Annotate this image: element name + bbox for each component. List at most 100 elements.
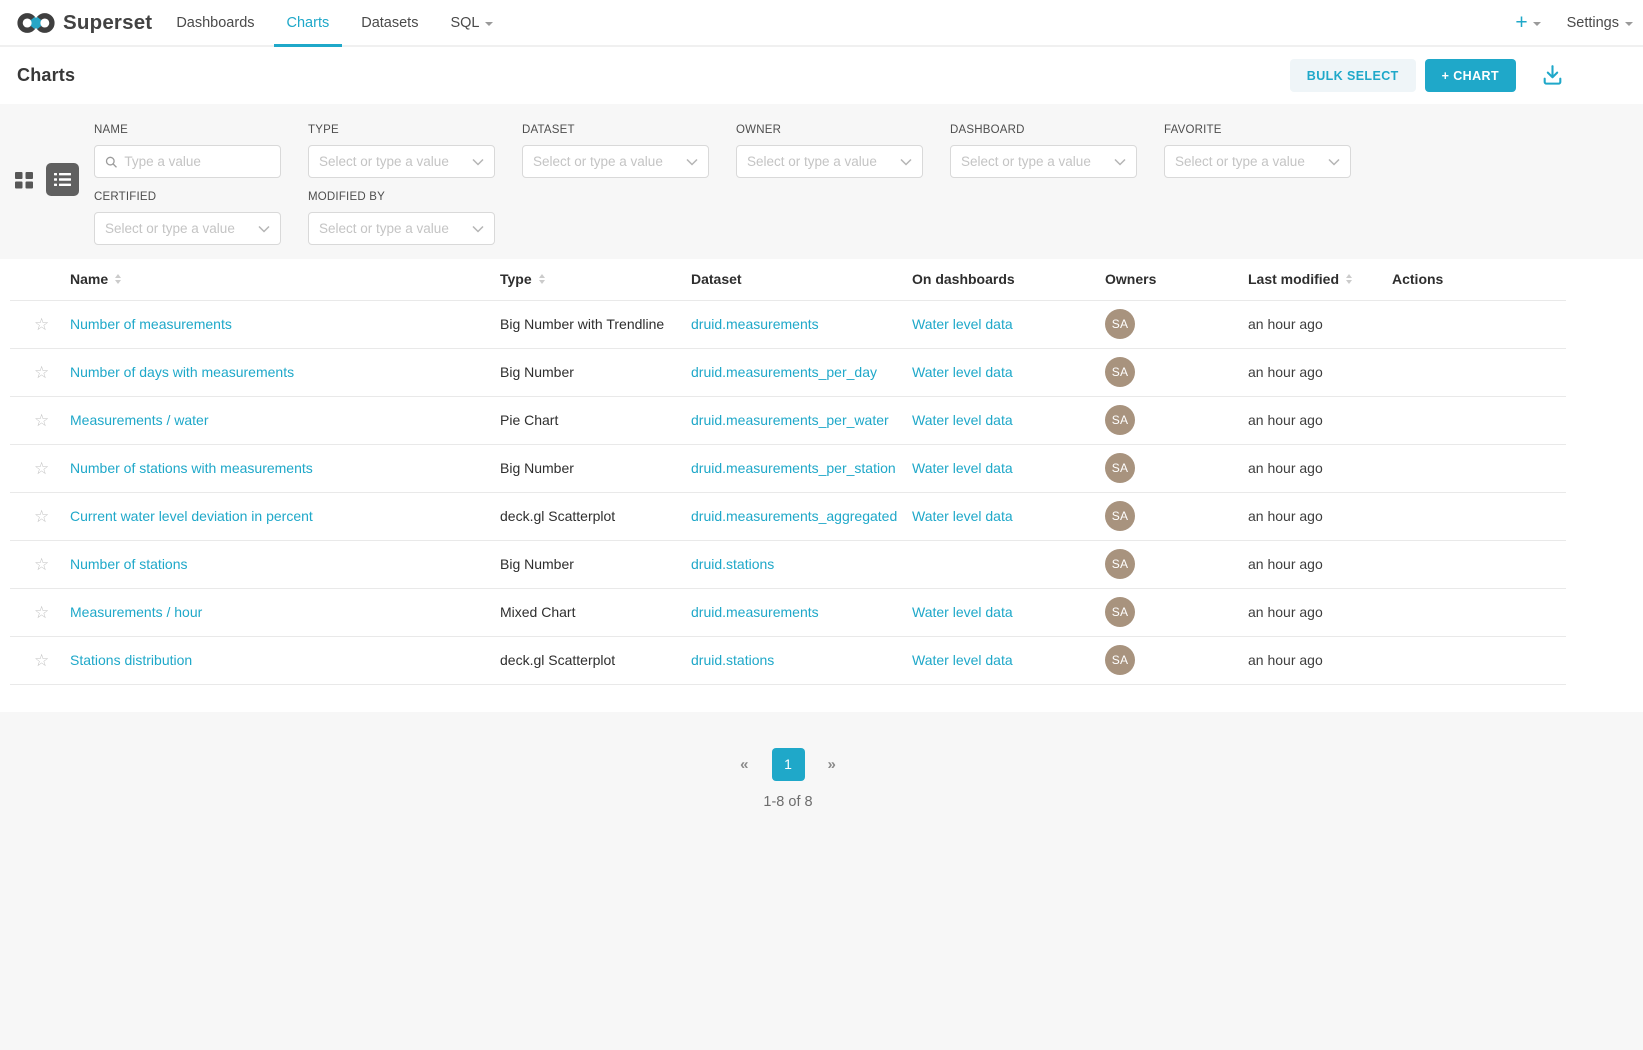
- sort-icons[interactable]: [539, 274, 545, 284]
- owner-avatar[interactable]: SA: [1105, 549, 1135, 579]
- favorite-star-icon[interactable]: ☆: [34, 411, 49, 430]
- filter-select[interactable]: Select or type a value: [1164, 145, 1351, 178]
- column-header[interactable]: Actions: [1382, 259, 1566, 300]
- charts-table: Name Type Dataset On dashboards Owners L…: [10, 259, 1566, 685]
- filter-select[interactable]: Select or type a value: [308, 212, 495, 245]
- dashboard-link[interactable]: Water level data: [912, 652, 1013, 668]
- dashboard-link[interactable]: Water level data: [912, 604, 1013, 620]
- nav-item[interactable]: Dashboards: [160, 0, 270, 45]
- search-input[interactable]: [124, 154, 270, 169]
- table-row: ☆ Number of stations with measurements B…: [10, 444, 1566, 492]
- chart-name-link[interactable]: Number of days with measurements: [70, 364, 294, 380]
- owner-avatar[interactable]: SA: [1105, 453, 1135, 483]
- filter-search-box[interactable]: [94, 145, 281, 178]
- dashboard-link[interactable]: Water level data: [912, 412, 1013, 428]
- dataset-link[interactable]: druid.stations: [691, 556, 774, 572]
- table-row: ☆ Stations distribution deck.gl Scatterp…: [10, 636, 1566, 684]
- filter-control: DATASET Select or type a value: [522, 124, 709, 178]
- column-header[interactable]: [10, 259, 60, 300]
- column-header[interactable]: Last modified: [1238, 259, 1382, 300]
- favorite-star-icon[interactable]: ☆: [34, 363, 49, 382]
- next-page-button[interactable]: »: [828, 756, 836, 773]
- filter-select[interactable]: Select or type a value: [522, 145, 709, 178]
- nav-item[interactable]: Charts: [271, 0, 346, 45]
- favorite-star-icon[interactable]: ☆: [34, 459, 49, 478]
- select-placeholder: Select or type a value: [105, 221, 235, 236]
- favorite-star-icon[interactable]: ☆: [34, 315, 49, 334]
- owner-avatar[interactable]: SA: [1105, 501, 1135, 531]
- table-row: ☆ Measurements / water Pie Chart druid.m…: [10, 396, 1566, 444]
- owner-avatar[interactable]: SA: [1105, 309, 1135, 339]
- settings-menu-button[interactable]: Settings: [1567, 15, 1635, 31]
- dataset-link[interactable]: druid.measurements_per_day: [691, 364, 877, 380]
- select-placeholder: Select or type a value: [1175, 154, 1305, 169]
- filter-label: NAME: [94, 124, 281, 136]
- filter-select[interactable]: Select or type a value: [950, 145, 1137, 178]
- favorite-star-icon[interactable]: ☆: [34, 555, 49, 574]
- chart-name-link[interactable]: Current water level deviation in percent: [70, 508, 313, 524]
- filter-bar: NAME Type a value TYPE Select or type a …: [0, 104, 1643, 259]
- dataset-link[interactable]: druid.measurements: [691, 604, 819, 620]
- export-charts-button[interactable]: [1540, 63, 1565, 88]
- table-header: Name Type Dataset On dashboards Owners L…: [10, 259, 1566, 300]
- dataset-link[interactable]: druid.measurements: [691, 316, 819, 332]
- dataset-link[interactable]: druid.measurements_per_station: [691, 460, 896, 476]
- owner-avatar[interactable]: SA: [1105, 645, 1135, 675]
- nav-item[interactable]: Datasets: [345, 0, 434, 45]
- filter-label: CERTIFIED: [94, 191, 281, 203]
- dashboard-link[interactable]: Water level data: [912, 364, 1013, 380]
- chart-type: deck.gl Scatterplot: [490, 492, 681, 540]
- sort-icons[interactable]: [115, 274, 121, 284]
- new-item-menu-button[interactable]: +: [1503, 12, 1552, 33]
- superset-logo[interactable]: Superset: [16, 0, 152, 45]
- column-header-label: Owners: [1105, 271, 1156, 287]
- filter-select[interactable]: Select or type a value: [94, 212, 281, 245]
- dataset-link[interactable]: druid.measurements_aggregated: [691, 508, 897, 524]
- last-modified: an hour ago: [1238, 588, 1382, 636]
- list-view-toggle[interactable]: [46, 163, 79, 196]
- filter-select[interactable]: Select or type a value: [308, 145, 495, 178]
- owner-avatar[interactable]: SA: [1105, 357, 1135, 387]
- select-placeholder: Select or type a value: [533, 154, 663, 169]
- column-header[interactable]: Owners: [1095, 259, 1238, 300]
- owner-avatar[interactable]: SA: [1105, 405, 1135, 435]
- chart-name-link[interactable]: Number of measurements: [70, 316, 232, 332]
- dataset-link[interactable]: druid.stations: [691, 652, 774, 668]
- chart-name-link[interactable]: Number of stations: [70, 556, 188, 572]
- favorite-star-icon[interactable]: ☆: [34, 603, 49, 622]
- page-title: Charts: [17, 65, 75, 86]
- header-actions: BULK SELECT + CHART: [1290, 59, 1565, 92]
- favorite-star-icon[interactable]: ☆: [34, 507, 49, 526]
- column-header[interactable]: Name: [60, 259, 490, 300]
- chart-name-link[interactable]: Measurements / water: [70, 412, 209, 428]
- chevron-down-icon: [1533, 22, 1541, 26]
- pager: « 1 »: [740, 748, 836, 781]
- column-header[interactable]: Type: [490, 259, 681, 300]
- chart-name-link[interactable]: Number of stations with measurements: [70, 460, 313, 476]
- favorite-star-icon[interactable]: ☆: [34, 651, 49, 670]
- chart-type: Big Number with Trendline: [490, 300, 681, 348]
- dashboard-link[interactable]: Water level data: [912, 508, 1013, 524]
- owner-avatar[interactable]: SA: [1105, 597, 1135, 627]
- nav-item[interactable]: SQL: [434, 0, 509, 45]
- bulk-select-button[interactable]: BULK SELECT: [1290, 59, 1416, 92]
- filter-row-1: NAME Type a value TYPE Select or type a …: [94, 124, 1351, 178]
- page-1-button[interactable]: 1: [772, 748, 805, 781]
- filter-label: OWNER: [736, 124, 923, 136]
- column-header[interactable]: On dashboards: [902, 259, 1095, 300]
- chevron-down-icon: [472, 158, 484, 166]
- chart-name-link[interactable]: Stations distribution: [70, 652, 192, 668]
- chart-type: Pie Chart: [490, 396, 681, 444]
- chart-name-link[interactable]: Measurements / hour: [70, 604, 202, 620]
- dashboard-link[interactable]: Water level data: [912, 460, 1013, 476]
- column-header[interactable]: Dataset: [681, 259, 902, 300]
- dashboard-link[interactable]: Water level data: [912, 316, 1013, 332]
- filter-select[interactable]: Select or type a value: [736, 145, 923, 178]
- top-navbar: Superset Dashboards Charts Datasets SQL …: [0, 0, 1643, 47]
- prev-page-button[interactable]: «: [740, 756, 748, 773]
- new-chart-button[interactable]: + CHART: [1425, 59, 1516, 92]
- dataset-link[interactable]: druid.measurements_per_water: [691, 412, 889, 428]
- sort-icons[interactable]: [1346, 274, 1352, 284]
- actions-cell: [1382, 540, 1566, 588]
- card-view-toggle[interactable]: [15, 171, 33, 189]
